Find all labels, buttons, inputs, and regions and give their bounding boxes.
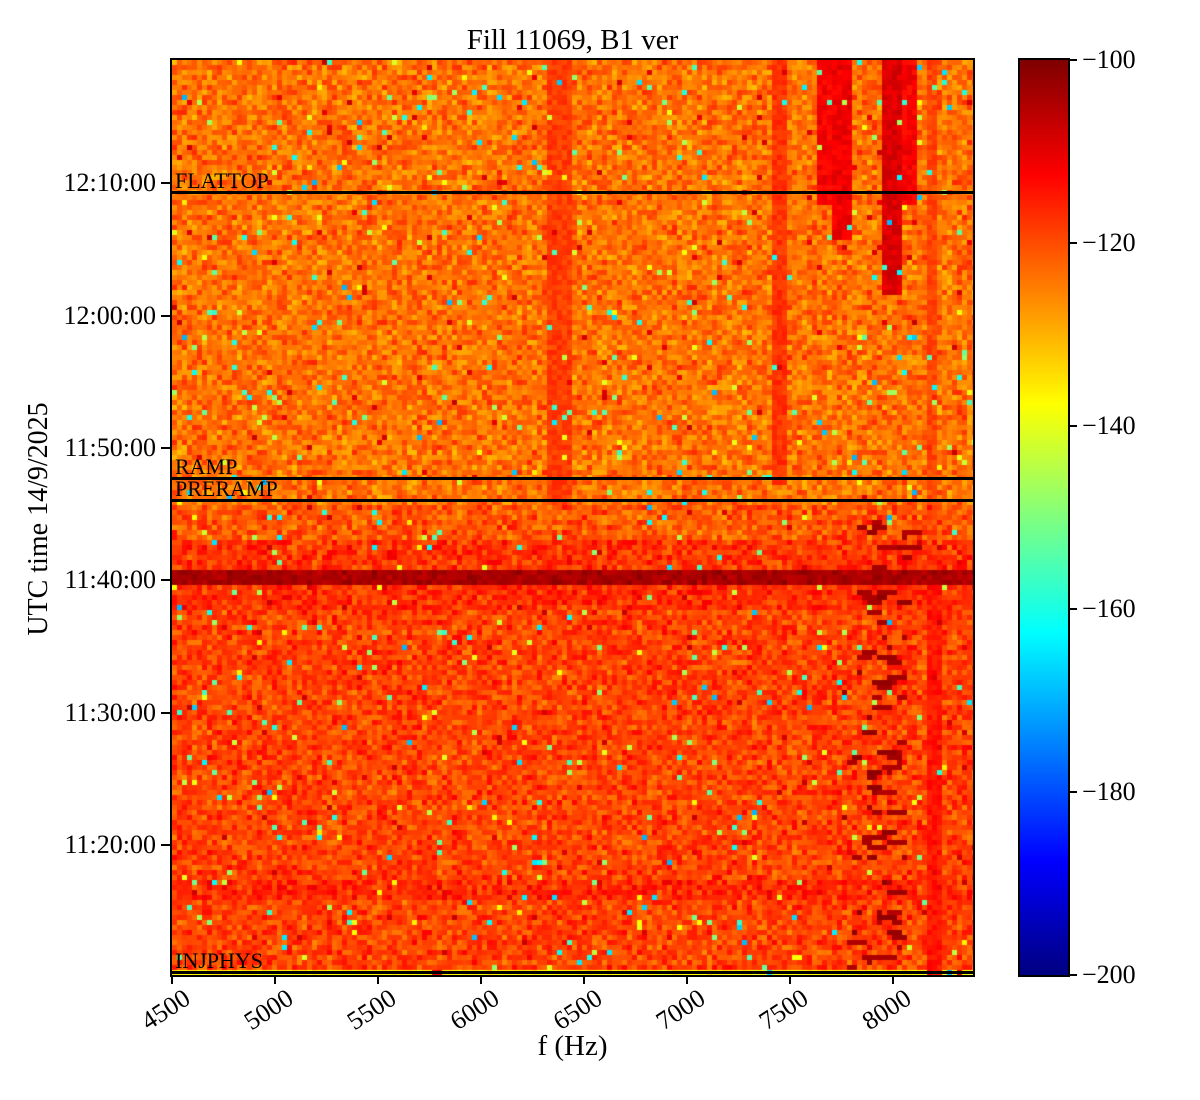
x-tick-label: 7000 — [650, 983, 711, 1036]
spectrogram-figure: Fill 11069, B1 ver UTC time 14/9/2025 f … — [0, 0, 1200, 1100]
y-tick-label: 11:20:00 — [64, 829, 156, 859]
colorbar-tick-label: −160 — [1082, 594, 1136, 623]
annotation-line-ramp — [172, 476, 973, 480]
x-tick-label: 5500 — [341, 983, 402, 1036]
y-tick-label: 12:00:00 — [63, 300, 156, 330]
x-tick — [685, 976, 688, 984]
x-tick — [171, 976, 173, 984]
colorbar-tick — [1068, 242, 1077, 244]
y-tick — [161, 711, 172, 714]
colorbar-tick-label: −120 — [1082, 228, 1136, 257]
y-tick — [161, 182, 172, 185]
y-tick — [161, 579, 172, 582]
x-axis-label: f (Hz) — [537, 1030, 608, 1062]
x-tick-label: 4500 — [135, 983, 196, 1036]
colorbar-tick-label: −140 — [1082, 411, 1136, 440]
colorbar-tick — [1068, 425, 1077, 427]
colorbar-tick-label: −180 — [1082, 777, 1136, 806]
x-tick — [788, 976, 791, 984]
x-tick-label: 5000 — [238, 983, 299, 1036]
colorbar-tick — [1068, 59, 1077, 61]
colorbar-tick — [1068, 974, 1077, 976]
colorbar-tick — [1068, 791, 1077, 793]
spectrogram-heatmap-canvas — [172, 60, 973, 975]
chart-title: Fill 11069, B1 ver — [466, 24, 679, 56]
x-tick — [376, 976, 379, 984]
y-tick-label: 11:50:00 — [64, 433, 156, 463]
x-tick-label: 6500 — [547, 983, 608, 1036]
x-tick — [273, 976, 276, 984]
y-tick — [161, 314, 172, 317]
y-axis-label: UTC time 14/9/2025 — [23, 402, 54, 636]
annotation-line-flattop — [172, 191, 973, 195]
x-tick — [582, 976, 585, 984]
annotation-label-injphys: INJPHYS — [175, 947, 264, 973]
x-tick-label: 8000 — [856, 983, 916, 1036]
colorbar-tick — [1068, 608, 1077, 610]
x-tick-label: 6000 — [444, 983, 505, 1036]
annotation-label-preramp: PRERAMP — [175, 475, 278, 501]
y-tick — [161, 843, 172, 846]
y-tick-label: 11:40:00 — [64, 565, 156, 595]
colorbar-tick-label: −200 — [1082, 960, 1136, 989]
x-tick — [891, 976, 894, 984]
x-tick-label: 7500 — [753, 983, 813, 1036]
y-tick-label: 12:10:00 — [63, 168, 156, 198]
x-tick — [479, 976, 482, 984]
annotation-line-preramp — [172, 498, 973, 502]
annotation-label-flattop: FLATTOP — [175, 168, 269, 194]
colorbar-tick-label: −100 — [1082, 45, 1136, 74]
y-tick-label: 11:30:00 — [64, 697, 156, 727]
annotation-line-injphys — [172, 970, 973, 974]
colorbar-canvas — [1020, 60, 1068, 975]
y-tick — [161, 447, 172, 450]
